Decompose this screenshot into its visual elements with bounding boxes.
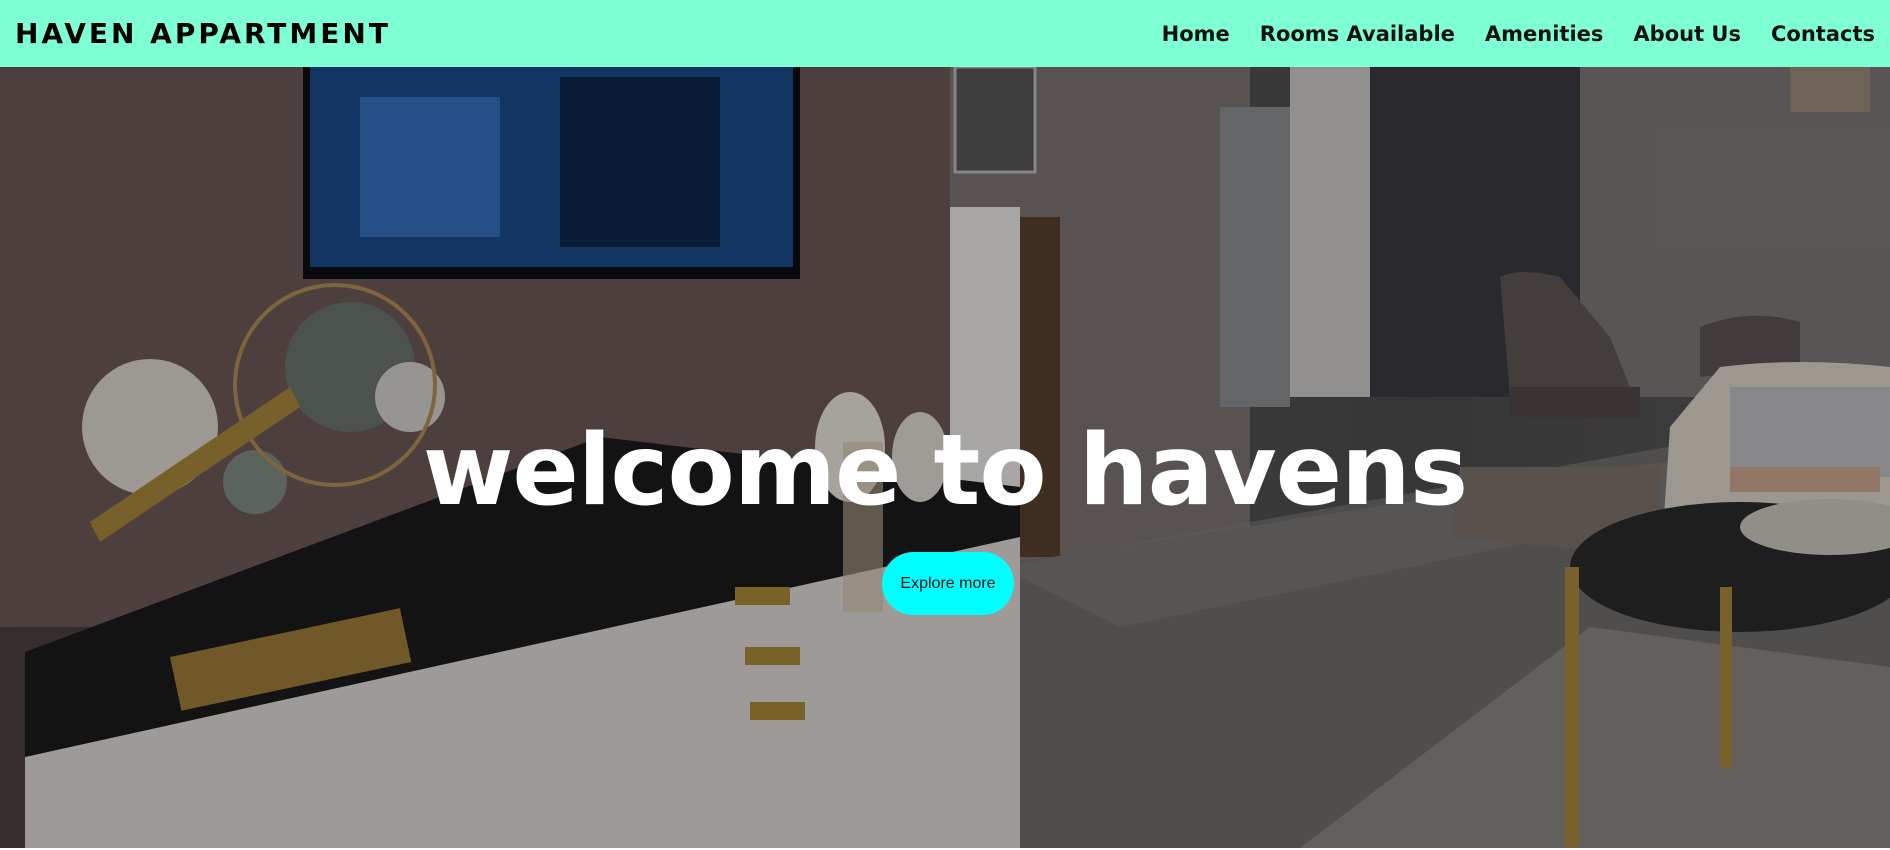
- explore-more-button[interactable]: Explore more: [882, 552, 1014, 615]
- nav-amenities[interactable]: Amenities: [1485, 22, 1604, 46]
- nav-contacts[interactable]: Contacts: [1771, 22, 1875, 46]
- nav-about-us[interactable]: About Us: [1633, 22, 1741, 46]
- nav-rooms-available[interactable]: Rooms Available: [1260, 22, 1455, 46]
- top-navbar: HAVEN APPARTMENT Home Rooms Available Am…: [0, 0, 1890, 67]
- hero-section: welcome to havens Explore more: [0, 67, 1890, 848]
- main-nav: Home Rooms Available Amenities About Us …: [1132, 22, 1875, 46]
- nav-home[interactable]: Home: [1162, 22, 1230, 46]
- brand-logo[interactable]: HAVEN APPARTMENT: [15, 17, 391, 50]
- hero-title: welcome to havens: [422, 414, 1468, 528]
